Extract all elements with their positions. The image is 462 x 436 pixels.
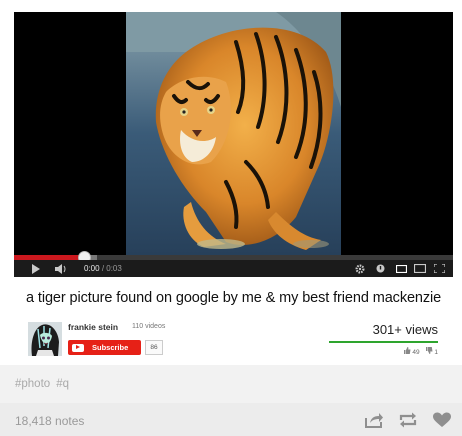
reblog-icon[interactable] — [398, 412, 418, 428]
video-title[interactable]: a tiger picture found on google by me & … — [26, 290, 441, 306]
subscriber-count: 86 — [145, 340, 163, 355]
post-actions — [364, 412, 452, 428]
play-icon[interactable] — [29, 263, 41, 274]
post-tags: #photo #q — [15, 378, 75, 390]
share-icon[interactable] — [364, 412, 384, 428]
current-time: 0:00 — [84, 264, 100, 273]
post-card: 0:00 / 0:03 a tiger picture found on goo… — [0, 0, 462, 365]
duration: / 0:03 — [101, 264, 122, 273]
post-footer: 18,418 notes — [0, 403, 462, 436]
thumbs-up-icon — [403, 347, 411, 354]
large-player-icon[interactable] — [413, 263, 427, 274]
subscribe-button[interactable]: Subscribe — [68, 340, 141, 355]
like-heart-icon[interactable] — [432, 412, 452, 428]
notes-count[interactable]: 18,418 notes — [15, 414, 84, 428]
video-frame-tiger[interactable] — [126, 12, 341, 255]
fullscreen-icon[interactable] — [432, 263, 446, 274]
youtube-logo-icon — [72, 343, 84, 352]
settings-gear-icon[interactable] — [354, 263, 366, 274]
channel-avatar[interactable] — [28, 322, 62, 356]
channel-name[interactable]: frankie stein — [68, 322, 118, 332]
tag-link[interactable]: #photo — [15, 378, 50, 390]
tag-link[interactable]: #q — [56, 378, 69, 390]
thumbs-down-icon — [425, 347, 433, 354]
channel-video-count: 110 videos — [132, 323, 166, 330]
like-count: 49 — [412, 349, 420, 356]
small-player-icon[interactable] — [394, 263, 408, 274]
annotations-icon[interactable] — [374, 263, 386, 274]
control-bar: 0:00 / 0:03 — [14, 260, 453, 277]
like-dislike-counts: 49 1 — [403, 347, 438, 356]
like-ratio-bar — [329, 341, 438, 343]
view-count: 301+ views — [372, 322, 438, 337]
video-player[interactable]: 0:00 / 0:03 — [14, 12, 453, 277]
like-group[interactable]: 49 — [403, 347, 420, 356]
subscribe-label: Subscribe — [92, 343, 129, 352]
dislike-group[interactable]: 1 — [425, 347, 438, 356]
volume-icon[interactable] — [54, 263, 68, 274]
dislike-count: 1 — [434, 349, 438, 356]
time-display: 0:00 / 0:03 — [84, 264, 122, 273]
